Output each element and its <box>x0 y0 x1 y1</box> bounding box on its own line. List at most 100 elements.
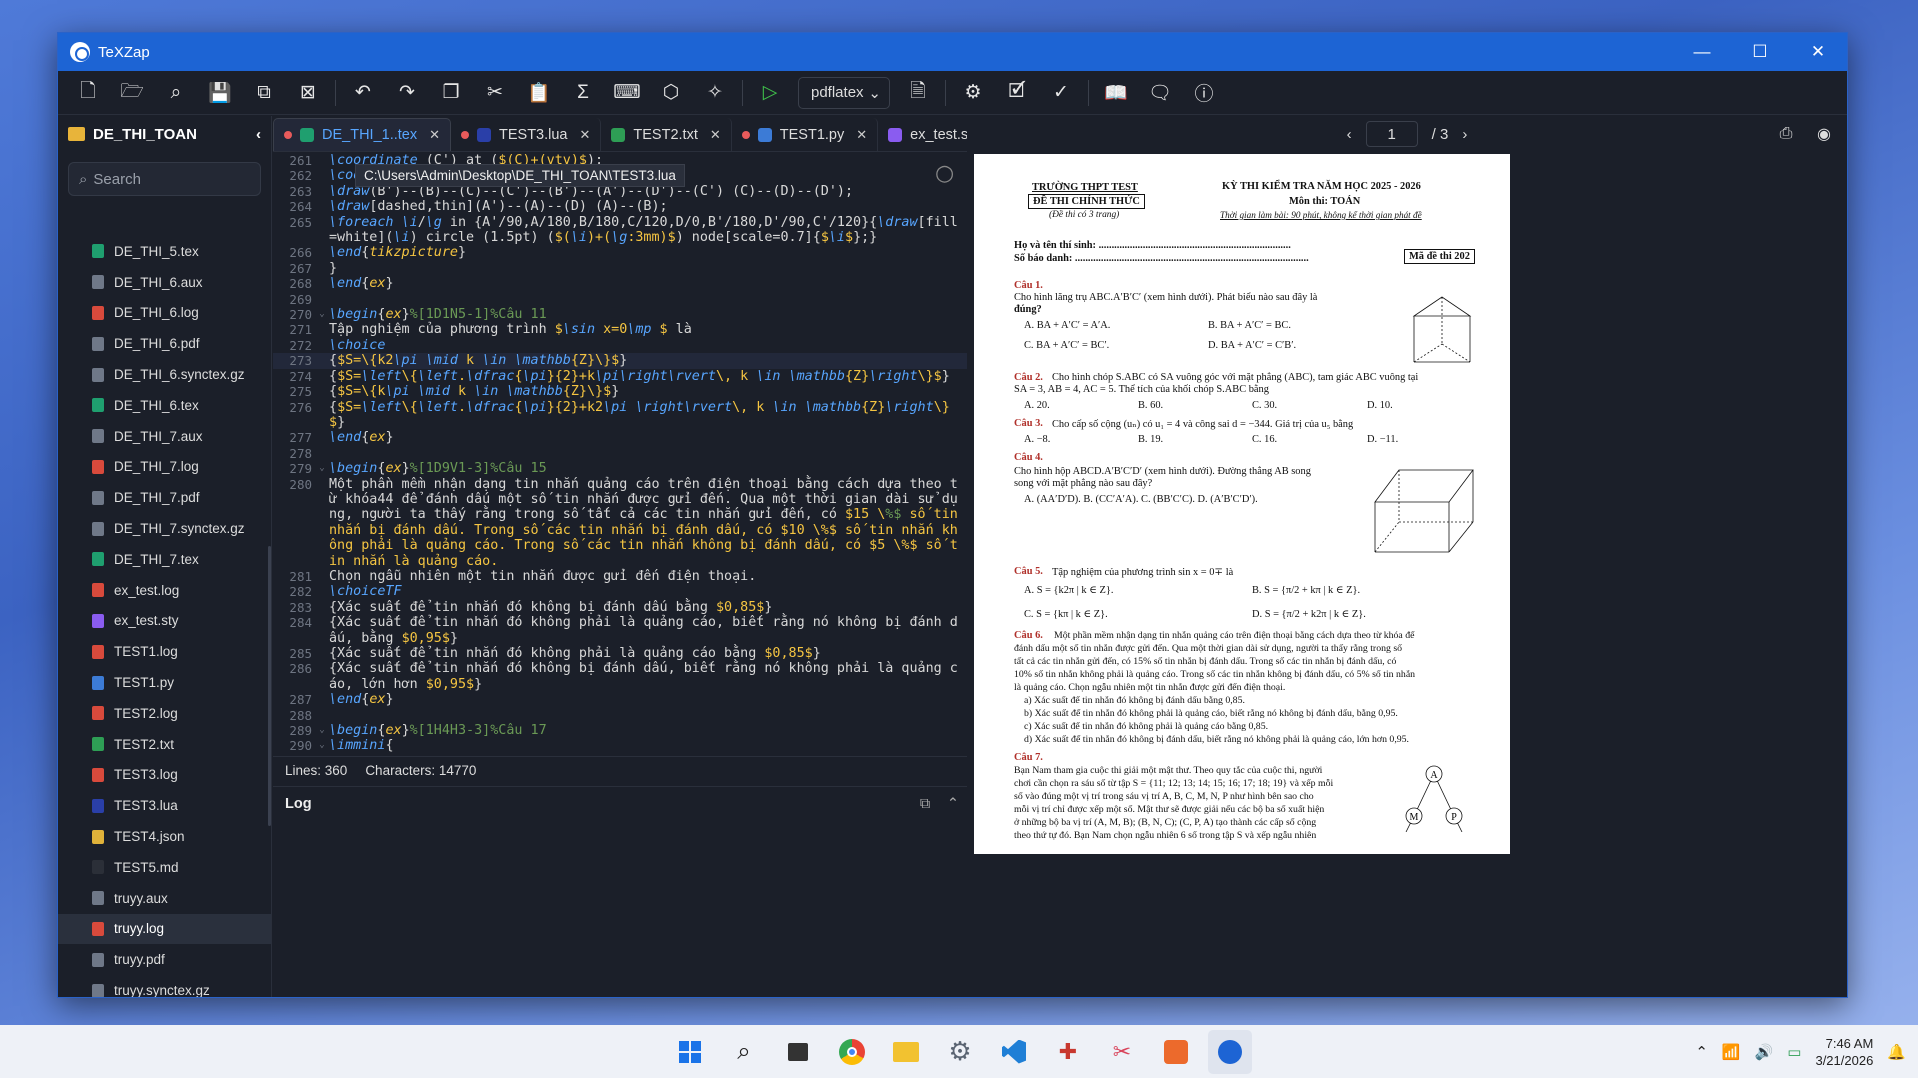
print-icon[interactable]: ⎙ <box>1771 120 1801 148</box>
file-explorer-icon[interactable] <box>884 1030 928 1074</box>
file-item[interactable]: TEST5.md <box>58 852 271 883</box>
code-line[interactable]: 278 <box>273 446 967 461</box>
close-tab-icon[interactable]: ✕ <box>856 127 867 143</box>
close-window-button[interactable]: ✕ <box>1789 33 1847 71</box>
file-item[interactable]: truyy.aux <box>58 883 271 914</box>
minimize-button[interactable]: — <box>1673 33 1731 71</box>
next-page-icon[interactable]: › <box>1462 126 1467 143</box>
editor-tab[interactable]: TEST3.lua ✕ <box>451 118 602 151</box>
code-line[interactable]: 290 ⌄ \immini{ <box>273 738 967 753</box>
code-line[interactable]: 271 Tập nghiệm của phương trình $\sin x=0… <box>273 322 967 337</box>
clock[interactable]: 7:46 AM 3/21/2026 <box>1815 1035 1873 1069</box>
code-line[interactable]: 272 \choice <box>273 338 967 353</box>
code-line[interactable]: 289 ⌄ \begin{ex}%[1H4H3-3]%Câu 17 <box>273 723 967 738</box>
vscode-icon[interactable] <box>992 1030 1036 1074</box>
texzap-taskbar-icon[interactable] <box>1208 1029 1252 1074</box>
close-tab-icon[interactable]: ✕ <box>710 127 721 143</box>
check-icon[interactable]: ✓ <box>1039 76 1083 110</box>
close-tab-icon[interactable]: ✕ <box>429 127 440 143</box>
code-line[interactable]: 268 \end{ex} <box>273 276 967 291</box>
file-item[interactable]: DE_THI_6.tex <box>58 390 271 421</box>
file-item[interactable]: truyy.pdf <box>58 944 271 975</box>
editor-tab[interactable]: DE_THI_1..tex ✕ <box>273 118 451 151</box>
explorer-scrollbar[interactable] <box>268 546 271 826</box>
file-item[interactable]: DE_THI_6.log <box>58 298 271 329</box>
code-line[interactable]: 283 {Xác suất để tin nhắn đó không bị đán… <box>273 600 967 615</box>
close-tab-icon[interactable]: ✕ <box>580 127 591 143</box>
gear-icon[interactable]: ⚙ <box>951 76 995 110</box>
code-area[interactable]: C:\Users\Admin\Desktop\DE_THI_TOAN\TEST3… <box>273 153 967 753</box>
file-item[interactable]: DE_THI_6.synctex.gz <box>58 359 271 390</box>
maximize-button[interactable]: ☐ <box>1731 33 1789 71</box>
file-item[interactable]: TEST1.log <box>58 636 271 667</box>
code-line[interactable]: 288 <box>273 708 967 723</box>
search-box[interactable]: ⌕ <box>68 162 261 196</box>
editor-tab[interactable]: TEST2.txt ✕ <box>601 118 732 151</box>
code-line[interactable]: 277 \end{ex} <box>273 430 967 445</box>
fold-chevron-icon[interactable]: ⌄ <box>315 723 329 738</box>
app-icon-snip[interactable]: ✂ <box>1100 1030 1144 1074</box>
open-recent-icon[interactable]: ⌕ <box>154 76 198 110</box>
chevron-up-icon[interactable]: ⌃ <box>1695 1043 1708 1061</box>
file-item[interactable]: TEST3.lua <box>58 790 271 821</box>
compile-play-icon[interactable]: ▷ <box>748 76 792 110</box>
search-code-icon[interactable]: ○ <box>935 161 959 186</box>
file-item[interactable]: truyy.synctex.gz <box>58 975 271 997</box>
file-item[interactable]: TEST1.py <box>58 667 271 698</box>
info-icon[interactable]: ⓘ <box>1182 76 1226 110</box>
code-line[interactable]: 285 {Xác suất để tin nhắn đó không phải l… <box>273 646 967 661</box>
task-view-icon[interactable] <box>776 1030 820 1074</box>
editor-tab[interactable]: TEST1.py ✕ <box>732 118 879 151</box>
file-item[interactable]: ex_test.sty <box>58 606 271 637</box>
code-line[interactable]: 273 {$S=\{k2\pi \mid k \in \mathbb{Z}\}$} <box>273 353 967 369</box>
code-line[interactable]: 281 Chọn ngẫu nhiên một tin nhắn được gửi… <box>273 569 967 584</box>
file-item[interactable]: TEST4.json <box>58 821 271 852</box>
magic-wand-icon[interactable]: ✧ <box>693 76 737 110</box>
file-item[interactable]: TEST2.log <box>58 698 271 729</box>
file-item[interactable]: DE_THI_7.pdf <box>58 482 271 513</box>
code-line[interactable]: 275 {$S=\{k\pi \mid k \in \mathbb{Z}\}$} <box>273 384 967 399</box>
new-file-icon[interactable]: 🗋 <box>66 76 110 110</box>
code-line[interactable]: 279 ⌄ \begin{ex}%[1D9V1-3]%Câu 15 <box>273 461 967 476</box>
code-line[interactable]: 287 \end{ex} <box>273 692 967 707</box>
eye-icon[interactable]: ◉ <box>1809 120 1839 148</box>
code-line[interactable]: 270 ⌄ \begin{ex}%[1D1N5-1]%Câu 11 <box>273 307 967 322</box>
volume-icon[interactable]: 🔊 <box>1755 1043 1774 1061</box>
code-line[interactable]: 286 {Xác suất để tin nhắn đó không bị đán… <box>273 661 967 692</box>
search-taskbar-icon[interactable]: ⌕ <box>722 1030 766 1074</box>
redo-icon[interactable]: ↷ <box>385 76 429 110</box>
undo-icon[interactable]: ↶ <box>341 76 385 110</box>
collapse-sidebar-icon[interactable]: ‹ <box>256 126 261 143</box>
feedback-icon[interactable]: 🗨 <box>1138 76 1182 110</box>
file-item[interactable]: DE_THI_5.tex <box>58 236 271 267</box>
prev-page-icon[interactable]: ‹ <box>1347 126 1352 143</box>
copy-log-icon[interactable]: ⧉ <box>911 796 939 812</box>
file-item[interactable]: truyy.log <box>58 913 271 945</box>
engine-select[interactable]: pdflatex ⌄ <box>798 76 890 109</box>
cube-icon[interactable]: ⬡ <box>649 76 693 110</box>
file-item[interactable]: ex_test.log <box>58 575 271 606</box>
code-line[interactable]: 282 \choiceTF <box>273 584 967 599</box>
file-item[interactable]: DE_THI_7.synctex.gz <box>58 513 271 544</box>
page-number-input[interactable]: 1 <box>1365 121 1418 147</box>
close-file-icon[interactable]: ⊠ <box>286 76 330 110</box>
code-line[interactable]: 265 \foreach \i/\g in {A'/90,A/180,B/180,… <box>273 215 967 246</box>
code-line[interactable]: 274 {$S=\left\{\left.\dfrac{\pi}{2}+k\pi\… <box>273 369 967 384</box>
code-line[interactable]: 276 {$S=\left\{\left.\dfrac{\pi}{2}+k2\pi… <box>273 400 967 431</box>
book-open-icon[interactable]: 📖 <box>1094 76 1138 110</box>
code-line[interactable]: 264 \draw[dashed,thin](A')--(A)--(D) (A)-… <box>273 199 967 214</box>
start-windows-icon[interactable] <box>668 1030 712 1074</box>
file-item[interactable]: DE_THI_7.log <box>58 452 271 483</box>
file-item[interactable]: DE_THI_7.aux <box>58 421 271 452</box>
file-item[interactable]: TEST3.log <box>58 760 271 791</box>
cut-icon[interactable]: ✂ <box>473 76 517 110</box>
expand-log-icon[interactable]: ⌃ <box>939 796 967 812</box>
document-icon[interactable]: 🗎 <box>896 76 940 110</box>
code-line[interactable]: 269 <box>273 292 967 307</box>
file-item[interactable]: DE_THI_6.pdf <box>58 328 271 359</box>
wifi-icon[interactable]: 📶 <box>1722 1043 1741 1061</box>
file-item[interactable]: DE_THI_6.aux <box>58 267 271 298</box>
fold-chevron-icon[interactable]: ⌄ <box>315 307 329 322</box>
keyboard-icon[interactable]: ⌨ <box>605 76 649 110</box>
search-input[interactable] <box>93 170 234 188</box>
